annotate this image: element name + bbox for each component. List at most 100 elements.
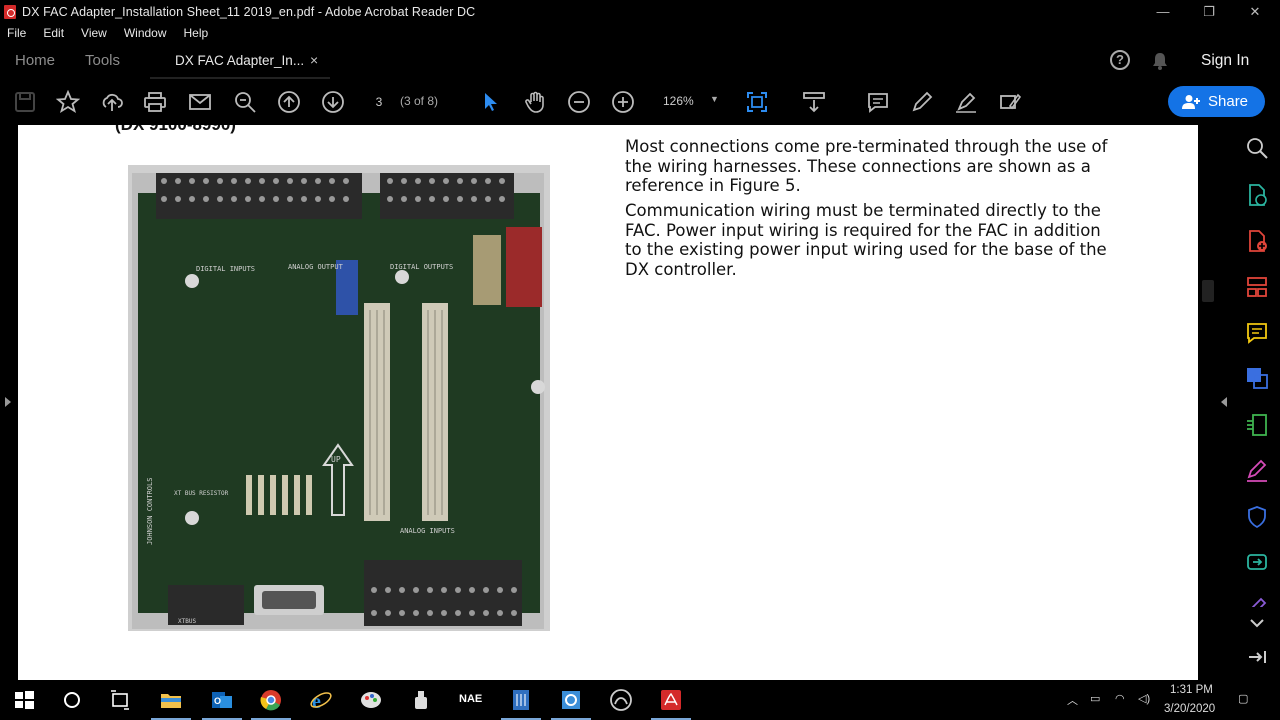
right-tools-pane — [1232, 125, 1280, 680]
tab-close-icon[interactable]: × — [310, 52, 318, 68]
windows-taskbar: O e NAE ︿ ▭ ◠ ◁) ▢ — [0, 680, 1280, 720]
highlight-pen-icon[interactable] — [910, 90, 934, 114]
label-analog-inputs: ANALOG INPUTS — [400, 527, 455, 535]
zoom-search-icon[interactable] — [233, 90, 257, 114]
page-count: (3 of 8) — [400, 94, 439, 108]
task-view-icon[interactable] — [108, 688, 132, 712]
fit-page-icon[interactable] — [745, 90, 769, 114]
minimize-button[interactable]: — — [1140, 0, 1186, 23]
label-up: UP — [331, 455, 341, 464]
export-pdf-icon[interactable] — [1245, 183, 1269, 207]
notifications-icon[interactable]: ▢ — [1238, 692, 1248, 705]
clock-date[interactable]: 3/20/2020 — [1164, 703, 1215, 715]
document-app-icon[interactable] — [501, 688, 541, 720]
hand-tool-icon[interactable] — [523, 90, 547, 114]
organize-pages-icon[interactable] — [1245, 275, 1269, 299]
svg-text:O: O — [214, 696, 221, 706]
next-page-icon[interactable] — [321, 90, 345, 114]
save-icon[interactable] — [13, 90, 37, 114]
create-pdf-icon[interactable] — [1245, 229, 1269, 253]
more-tools-pen-icon[interactable] — [1245, 595, 1269, 607]
edit-tools-icon[interactable] — [998, 90, 1022, 114]
page-number-input[interactable]: 3 — [366, 92, 392, 112]
paragraph-communication: Communication wiring must be terminated … — [625, 201, 1107, 279]
title-bar: DX FAC Adapter_Installation Sheet_11 201… — [0, 0, 1280, 23]
menu-window[interactable]: Window — [124, 26, 167, 40]
comment-icon[interactable] — [866, 90, 890, 114]
add-person-icon — [1182, 94, 1200, 109]
comment-tool-icon[interactable] — [1245, 321, 1269, 345]
fill-sign-icon[interactable] — [1245, 459, 1269, 483]
right-panel-toggle-icon[interactable] — [1221, 397, 1227, 407]
previous-page-icon[interactable] — [277, 90, 301, 114]
chrome-icon[interactable] — [251, 688, 291, 720]
collapse-pane-icon[interactable] — [1245, 645, 1269, 669]
fac-adapter-board-photo: DIGITAL INPUTS ANALOG OUTPUT DIGITAL OUT… — [128, 165, 550, 631]
windows-start-icon[interactable] — [12, 688, 36, 712]
toolbar — [0, 79, 1280, 125]
nae-label: NAE — [459, 693, 483, 705]
menu-file[interactable]: File — [7, 26, 26, 40]
media-app-icon[interactable] — [609, 688, 633, 712]
window-title: DX FAC Adapter_Installation Sheet_11 201… — [22, 4, 476, 19]
label-xt-bus-resistor: XT BUS RESISTOR — [174, 490, 229, 497]
bell-icon[interactable] — [1152, 52, 1168, 70]
scroll-mode-icon[interactable] — [802, 90, 826, 114]
acrobat-taskbar-icon[interactable] — [651, 688, 691, 720]
left-panel-toggle-icon[interactable] — [5, 397, 11, 407]
paint-app-icon[interactable] — [359, 688, 383, 712]
close-window-button[interactable]: ✕ — [1232, 0, 1278, 23]
paragraph-connections: Most connections come pre-terminated thr… — [625, 137, 1108, 195]
zoom-level-select[interactable]: 126% — [663, 94, 694, 108]
acrobat-app-icon — [4, 4, 16, 19]
send-track-icon[interactable] — [1245, 550, 1269, 574]
tray-expand-icon[interactable]: ︿ — [1067, 692, 1078, 708]
zoom-in-icon[interactable] — [611, 90, 635, 114]
internet-explorer-icon[interactable]: e — [309, 688, 333, 713]
expand-tools-chevron-icon[interactable] — [1245, 612, 1269, 628]
label-digital-outputs: DIGITAL OUTPUTS — [390, 263, 453, 271]
print-icon[interactable] — [143, 90, 167, 114]
tab-document-label: DX FAC Adapter_In... — [175, 53, 305, 68]
volume-icon[interactable]: ◁) — [1138, 692, 1150, 705]
svg-text:e: e — [312, 691, 321, 712]
label-digital-inputs: DIGITAL INPUTS — [196, 265, 255, 273]
help-icon[interactable]: ? — [1110, 50, 1130, 70]
upload-icon[interactable] — [100, 90, 124, 114]
page-heading-partial: (DX 9100-8990) — [115, 125, 236, 135]
label-johnson-controls: JOHNSON CONTROLS — [146, 478, 154, 545]
cortana-search-icon[interactable] — [60, 688, 84, 712]
wifi-icon[interactable]: ◠ — [1115, 692, 1125, 705]
menu-bar: File Edit View Window Help — [0, 23, 1280, 43]
vertical-scrollbar[interactable] — [1200, 125, 1216, 680]
nae-app-icon[interactable]: NAE — [459, 688, 483, 712]
tab-document[interactable]: DX FAC Adapter_In... × — [150, 43, 330, 79]
menu-help[interactable]: Help — [184, 26, 209, 40]
pdf-page: (DX 9100-8990) — [18, 125, 1198, 680]
outlook-icon[interactable]: O — [202, 688, 242, 720]
select-pointer-icon[interactable] — [479, 90, 503, 114]
zoom-dropdown-icon[interactable]: ▼ — [710, 94, 719, 104]
star-icon[interactable] — [55, 89, 81, 114]
snipping-tool-icon[interactable] — [409, 688, 433, 712]
tab-tools[interactable]: Tools — [85, 52, 120, 69]
file-explorer-icon[interactable] — [151, 688, 191, 720]
tab-home[interactable]: Home — [15, 52, 55, 69]
menu-edit[interactable]: Edit — [43, 26, 64, 40]
label-analog-output: ANALOG OUTPUT — [288, 263, 344, 271]
clock-time[interactable]: 1:31 PM — [1170, 684, 1213, 696]
search-icon[interactable] — [1245, 136, 1269, 160]
protect-shield-icon[interactable] — [1245, 505, 1269, 529]
battery-icon[interactable]: ▭ — [1090, 692, 1100, 705]
translate-export-icon[interactable] — [1245, 366, 1269, 390]
scrollbar-thumb[interactable] — [1202, 280, 1214, 302]
menu-view[interactable]: View — [81, 26, 107, 40]
share-button[interactable]: Share — [1168, 86, 1265, 117]
scan-enhance-icon[interactable] — [1245, 413, 1269, 437]
restore-button[interactable]: ❐ — [1186, 0, 1232, 23]
sign-in-link[interactable]: Sign In — [1201, 52, 1249, 70]
config-tool-icon[interactable] — [551, 688, 591, 720]
zoom-out-icon[interactable] — [567, 90, 591, 114]
email-icon[interactable] — [188, 90, 212, 114]
sign-pen-icon[interactable] — [954, 90, 978, 114]
